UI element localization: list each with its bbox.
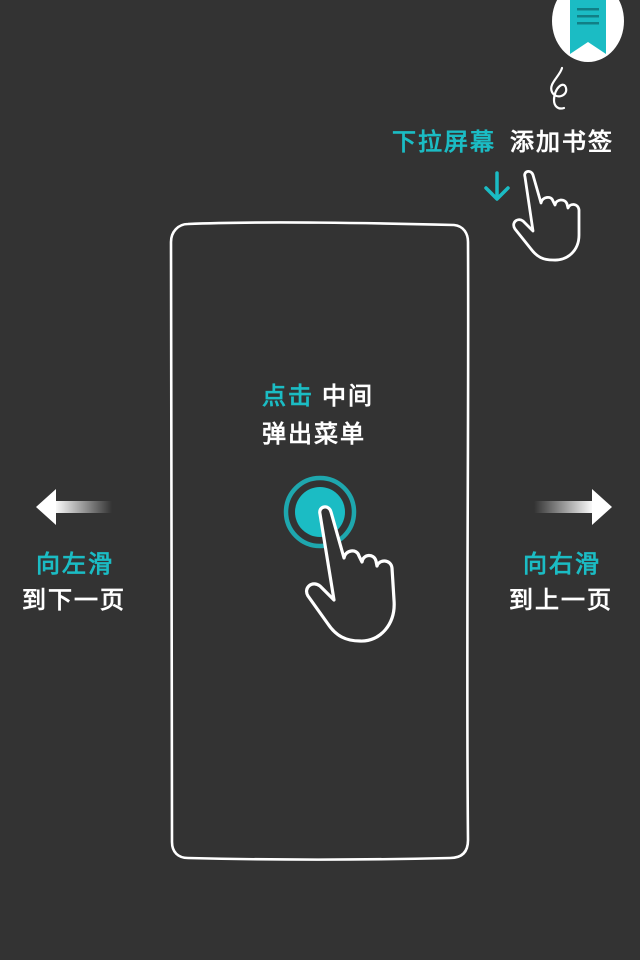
right-hint-line1: 向右滑: [523, 550, 601, 578]
arrow-left-icon: [36, 489, 112, 525]
bookmark-hint-highlight: 下拉屏幕: [392, 128, 496, 156]
hand-pointer-icon: [305, 505, 396, 643]
bookmark-hint-rest: 添加书签: [510, 128, 614, 156]
center-hint-line2: 弹出菜单: [262, 420, 366, 448]
hand-pointer-icon: [512, 170, 581, 262]
left-hint-line1: 向左滑: [36, 550, 114, 578]
squiggle-connector: [550, 66, 568, 110]
bookmark-button[interactable]: [552, 0, 624, 62]
right-hint-line2: 到上一页: [509, 586, 613, 614]
bookmark-icon: [570, 0, 606, 54]
left-hint-line2: 到下一页: [22, 586, 126, 614]
center-hint-highlight: 点击: [262, 382, 314, 410]
center-hint-line1-rest: 中间: [322, 382, 374, 410]
arrow-right-icon: [534, 489, 612, 525]
